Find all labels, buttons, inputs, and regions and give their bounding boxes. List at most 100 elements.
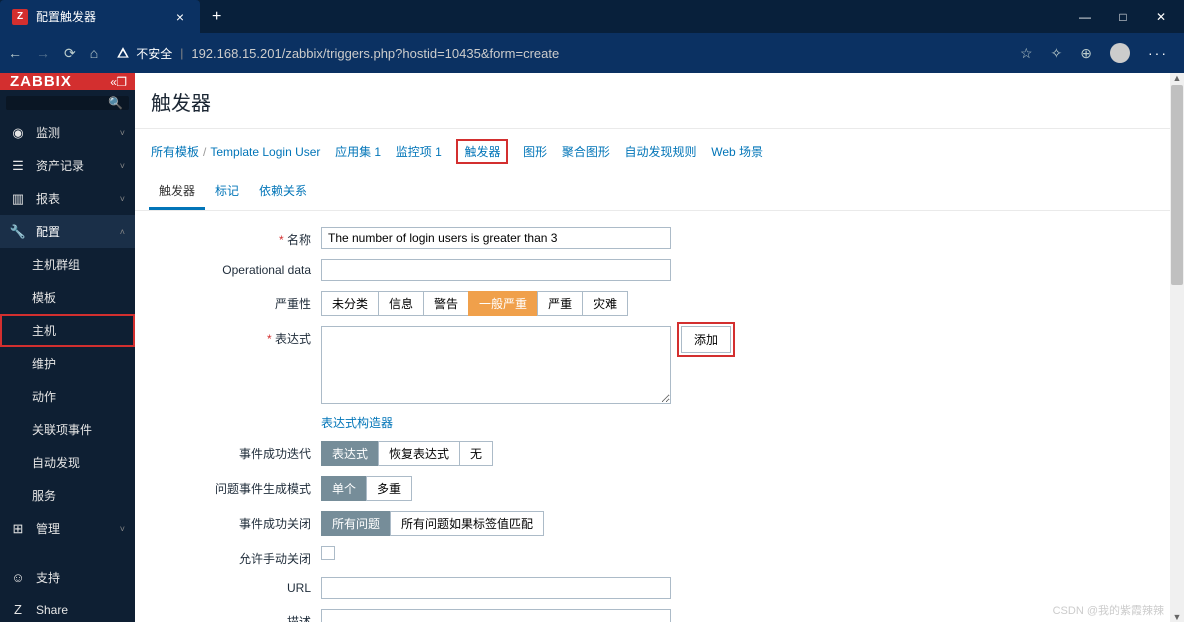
sidebar-sub-hosts[interactable]: 主机 (0, 314, 135, 347)
event-ok-opt-2[interactable]: 无 (459, 441, 493, 466)
sidebar: ZABBIX « ❐ 🔍 ◉ 监测 ˅ ☰ 资产记录 ˅ ▥ 报表 ˅ 🔧 配置… (0, 73, 135, 622)
sidebar-item-config[interactable]: 🔧 配置 ˄ (0, 215, 135, 248)
extensions-icon[interactable]: ⊕ (1080, 45, 1092, 62)
scroll-down-icon[interactable]: ▼ (1170, 612, 1184, 622)
sidebar-sub-discovery[interactable]: 自动发现 (0, 446, 135, 479)
tab-deps[interactable]: 依赖关系 (249, 174, 317, 210)
chart-icon: ▥ (10, 191, 26, 207)
address-bar[interactable]: 不安全 | 192.168.15.201/zabbix/triggers.php… (112, 45, 1006, 62)
chevron-down-icon: ˅ (120, 161, 125, 171)
chevron-up-icon: ˄ (120, 227, 125, 237)
warning-icon (116, 46, 130, 60)
sidebar-item-admin[interactable]: ⊞ 管理 ˅ (0, 512, 135, 545)
sidebar-item-label: 资产记录 (36, 157, 84, 174)
opdata-input[interactable] (321, 259, 671, 281)
bc-triggers[interactable]: 触发器 (456, 139, 508, 164)
tab-close-icon[interactable]: × (172, 9, 188, 25)
manual-close-checkbox[interactable] (321, 546, 335, 560)
browser-titlebar: Z 配置触发器 × + — □ ✕ (0, 0, 1184, 33)
watermark: CSDN @我的紫霞辣辣 (1053, 602, 1164, 618)
event-ok-opt-0[interactable]: 表达式 (321, 441, 379, 466)
severity-opt-4[interactable]: 严重 (537, 291, 583, 316)
problem-gen-group: 单个 多重 (321, 476, 412, 501)
event-ok-opt-1[interactable]: 恢复表达式 (378, 441, 460, 466)
tab-title: 配置触发器 (36, 8, 96, 25)
breadcrumb: 所有模板 / Template Login User 应用集 1 监控项 1 触… (135, 129, 1184, 174)
severity-opt-1[interactable]: 信息 (378, 291, 424, 316)
sidebar-sub-services[interactable]: 服务 (0, 479, 135, 512)
sidebar-sub-templates[interactable]: 模板 (0, 281, 135, 314)
problem-gen-opt-0[interactable]: 单个 (321, 476, 367, 501)
window-minimize[interactable]: — (1078, 10, 1092, 24)
trigger-form: 名称 Operational data 严重性 未分类 信息 警告 一般严重 严… (135, 211, 1184, 622)
expression-textarea[interactable] (321, 326, 671, 404)
share-icon: Z (10, 602, 26, 617)
profile-icon[interactable] (1110, 43, 1130, 63)
event-close-group: 所有问题 所有问题如果标签值匹配 (321, 511, 544, 536)
url-text: 192.168.15.201/zabbix/triggers.php?hosti… (191, 46, 559, 61)
add-expression-button[interactable]: 添加 (681, 326, 731, 353)
favorites-icon[interactable]: ☆ (1020, 45, 1033, 62)
event-close-opt-1[interactable]: 所有问题如果标签值匹配 (390, 511, 544, 536)
sidebar-item-share[interactable]: Z Share (0, 594, 135, 622)
name-input[interactable] (321, 227, 671, 249)
nav-home-icon[interactable]: ⌂ (90, 45, 98, 61)
window-maximize[interactable]: □ (1116, 10, 1130, 24)
expression-builder-link[interactable]: 表达式构造器 (321, 414, 393, 431)
browser-tab[interactable]: Z 配置触发器 × (0, 0, 200, 33)
url-input[interactable] (321, 577, 671, 599)
bc-discovery[interactable]: 自动发现规则 (625, 143, 697, 160)
sidebar-sub-hostgroups[interactable]: 主机群组 (0, 248, 135, 281)
tab-favicon: Z (12, 9, 28, 25)
event-close-opt-0[interactable]: 所有问题 (321, 511, 391, 536)
search-icon: 🔍 (108, 96, 123, 110)
severity-opt-3[interactable]: 一般严重 (468, 291, 538, 316)
eye-icon: ◉ (10, 125, 26, 141)
severity-opt-5[interactable]: 灾难 (582, 291, 628, 316)
bc-apps[interactable]: 应用集 1 (335, 143, 381, 160)
label-event-close: 事件成功关闭 (151, 511, 321, 532)
bc-screens[interactable]: 聚合图形 (562, 143, 610, 160)
content-scrollbar[interactable]: ▲ ▼ (1170, 73, 1184, 622)
sidebar-sub-maintenance[interactable]: 维护 (0, 347, 135, 380)
bc-items[interactable]: 监控项 1 (396, 143, 442, 160)
sidebar-brand[interactable]: ZABBIX « ❐ (0, 73, 135, 90)
tab-trigger[interactable]: 触发器 (149, 174, 205, 210)
label-blank (151, 414, 321, 418)
label-opdata: Operational data (151, 259, 321, 277)
sidebar-search[interactable]: 🔍 (6, 96, 129, 110)
sidebar-item-label: Share (36, 603, 68, 617)
label-desc: 描述 (151, 609, 321, 622)
desc-textarea[interactable] (321, 609, 671, 622)
sidebar-item-label: 管理 (36, 520, 60, 537)
grid-icon: ⊞ (10, 521, 26, 537)
tab-tags[interactable]: 标记 (205, 174, 249, 210)
sidebar-item-reports[interactable]: ▥ 报表 ˅ (0, 182, 135, 215)
sidebar-item-support[interactable]: ☺ 支持 (0, 561, 135, 594)
nav-refresh-icon[interactable]: ⟳ (64, 45, 76, 62)
bc-web[interactable]: Web 场景 (711, 143, 763, 160)
bc-all-templates[interactable]: 所有模板 (151, 143, 199, 160)
scrollbar-thumb[interactable] (1171, 85, 1183, 285)
wrench-icon: 🔧 (10, 224, 26, 240)
sidebar-sub-correlation[interactable]: 关联项事件 (0, 413, 135, 446)
scroll-up-icon[interactable]: ▲ (1170, 73, 1184, 83)
severity-opt-0[interactable]: 未分类 (321, 291, 379, 316)
new-tab-button[interactable]: + (200, 8, 233, 26)
nav-back-icon[interactable]: ← (8, 45, 22, 61)
sidebar-collapse-icon[interactable]: « ❐ (110, 75, 125, 89)
nav-forward-icon: → (36, 45, 50, 61)
severity-opt-2[interactable]: 警告 (423, 291, 469, 316)
security-badge[interactable]: 不安全 (116, 45, 172, 62)
sidebar-item-inventory[interactable]: ☰ 资产记录 ˅ (0, 149, 135, 182)
bc-template[interactable]: Template Login User (210, 145, 320, 159)
bc-graphs[interactable]: 图形 (523, 143, 547, 160)
chevron-down-icon: ˅ (120, 128, 125, 138)
collections-icon[interactable]: ✧ (1051, 45, 1063, 62)
sidebar-item-monitoring[interactable]: ◉ 监测 ˅ (0, 116, 135, 149)
problem-gen-opt-1[interactable]: 多重 (366, 476, 412, 501)
menu-icon[interactable]: ··· (1148, 45, 1168, 61)
url-divider: | (180, 46, 183, 60)
sidebar-sub-actions[interactable]: 动作 (0, 380, 135, 413)
window-close[interactable]: ✕ (1154, 10, 1168, 24)
